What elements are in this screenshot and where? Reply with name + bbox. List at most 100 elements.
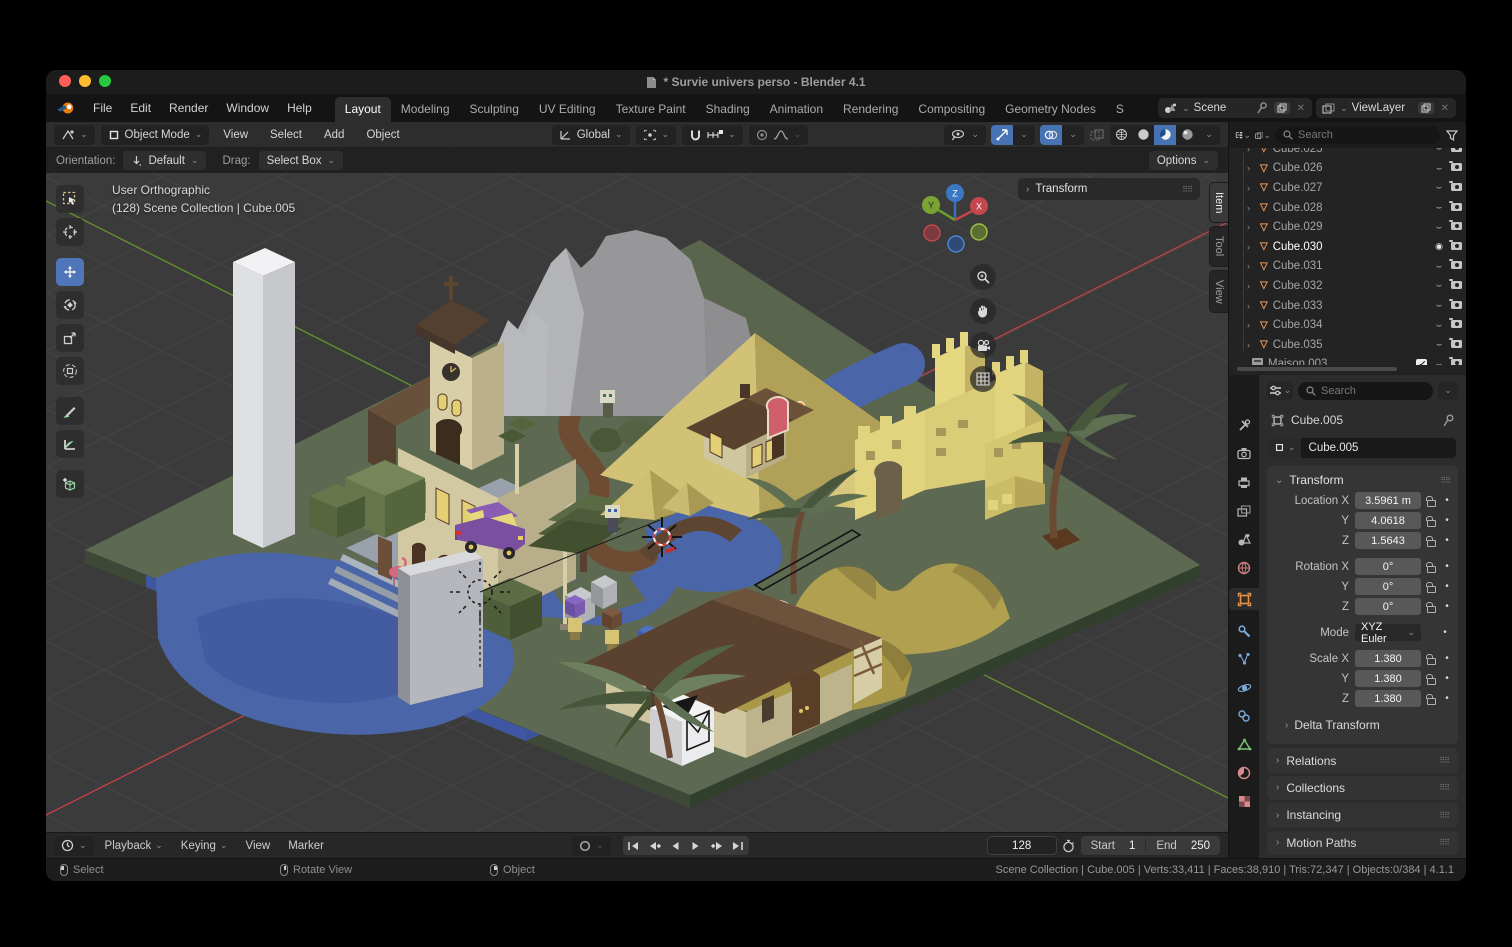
chevron-down-icon[interactable]: ⌄ bbox=[1182, 103, 1190, 114]
tab-scripting-cut[interactable]: S bbox=[1106, 97, 1124, 122]
rotation-mode-dropdown[interactable]: XYZ Euler⌄ bbox=[1355, 624, 1421, 641]
minimize-window-button[interactable] bbox=[79, 75, 91, 87]
camera-visibility-icon[interactable] bbox=[1451, 260, 1462, 272]
camera-visibility-icon[interactable] bbox=[1451, 182, 1462, 194]
mode-selector[interactable]: Object Mode ⌄ bbox=[101, 125, 210, 145]
menu-view[interactable]: View bbox=[215, 127, 256, 143]
lock-icon[interactable] bbox=[1427, 658, 1436, 665]
hide-eye-icon[interactable]: ⌣ bbox=[1432, 339, 1446, 350]
animate-dot[interactable]: • bbox=[1442, 515, 1452, 526]
tab-rendering[interactable]: Rendering bbox=[833, 97, 908, 122]
new-view-layer-button[interactable] bbox=[1418, 102, 1434, 114]
hide-eye-icon[interactable]: ⌣ bbox=[1432, 202, 1446, 213]
use-preview-range-toggle[interactable] bbox=[1061, 839, 1077, 853]
camera-visibility-icon[interactable] bbox=[1451, 339, 1462, 351]
animate-dot[interactable]: • bbox=[1442, 495, 1452, 506]
tool-annotate[interactable] bbox=[56, 397, 84, 425]
outliner-row[interactable]: ›▽Cube.035⌣ bbox=[1239, 335, 1462, 355]
tab-material[interactable] bbox=[1229, 765, 1259, 781]
motion-paths-panel[interactable]: ›Motion Paths⠿⠿ bbox=[1267, 831, 1458, 855]
start-frame-field[interactable]: Start1 bbox=[1081, 840, 1146, 852]
location-y-field[interactable]: 4.0618 bbox=[1355, 512, 1421, 529]
shading-wireframe-button[interactable] bbox=[1110, 125, 1132, 145]
lock-icon[interactable] bbox=[1427, 520, 1436, 527]
outliner-row[interactable]: ›▽Cube.028⌣ bbox=[1239, 198, 1462, 218]
tab-particles[interactable] bbox=[1229, 651, 1259, 667]
outliner-row-collection[interactable]: ⌄Maison.003✓⌣ bbox=[1239, 355, 1462, 365]
chevron-right-icon[interactable]: › bbox=[1026, 184, 1029, 195]
tool-cursor[interactable] bbox=[56, 218, 84, 246]
relations-panel[interactable]: ›Relations⠿⠿ bbox=[1267, 748, 1458, 772]
camera-visibility-icon[interactable] bbox=[1451, 241, 1462, 253]
menu-marker[interactable]: Marker bbox=[281, 838, 331, 854]
new-scene-button[interactable] bbox=[1274, 102, 1290, 114]
animate-dot[interactable]: • bbox=[1442, 653, 1452, 664]
zoom-button[interactable] bbox=[970, 264, 996, 290]
filter-icon[interactable] bbox=[1444, 128, 1460, 142]
transform-overlay-panel[interactable]: › Transform ⠿⠿ bbox=[1018, 178, 1200, 200]
tool-move[interactable] bbox=[56, 258, 84, 286]
tool-scale[interactable] bbox=[56, 324, 84, 352]
prev-keyframe-button[interactable] bbox=[644, 836, 665, 855]
shading-rendered-button[interactable] bbox=[1176, 125, 1198, 145]
tab-compositing[interactable]: Compositing bbox=[908, 97, 995, 122]
shading-dropdown[interactable]: ⌄ bbox=[1198, 125, 1220, 145]
tab-render[interactable] bbox=[1229, 446, 1259, 462]
hide-eye-icon[interactable]: ⌣ bbox=[1432, 359, 1446, 365]
outliner-row[interactable]: ›▽Cube.031⌣ bbox=[1239, 257, 1462, 277]
checkbox[interactable]: ✓ bbox=[1416, 358, 1427, 365]
tab-geometry-nodes[interactable]: Geometry Nodes bbox=[995, 97, 1106, 122]
scale-y-field[interactable]: 1.380 bbox=[1355, 670, 1421, 687]
animate-dot[interactable]: • bbox=[1442, 693, 1452, 704]
camera-visibility-icon[interactable] bbox=[1451, 358, 1462, 365]
pin-icon[interactable] bbox=[1254, 101, 1270, 115]
tab-sculpting[interactable]: Sculpting bbox=[460, 97, 529, 122]
scene-selector[interactable]: ⌄ Scene ✕ bbox=[1158, 98, 1312, 118]
remove-view-layer-button[interactable]: ✕ bbox=[1438, 103, 1452, 114]
scale-x-field[interactable]: 1.380 bbox=[1355, 650, 1421, 667]
location-x-field[interactable]: 3.5961 m bbox=[1355, 492, 1421, 509]
tab-texture-paint[interactable]: Texture Paint bbox=[606, 97, 696, 122]
delta-transform-header[interactable]: ›Delta Transform bbox=[1275, 714, 1450, 736]
lock-icon[interactable] bbox=[1427, 540, 1436, 547]
tool-add-cube[interactable] bbox=[56, 470, 84, 498]
tool-measure[interactable] bbox=[56, 430, 84, 458]
hide-eye-icon[interactable]: ⌣ bbox=[1432, 320, 1446, 331]
shading-solid-button[interactable] bbox=[1132, 125, 1154, 145]
tab-modifiers[interactable] bbox=[1229, 623, 1259, 639]
tool-transform[interactable] bbox=[56, 357, 84, 385]
menu-edit[interactable]: Edit bbox=[121, 98, 160, 118]
prev-frame-button[interactable] bbox=[665, 836, 686, 855]
panel-grip-icon[interactable]: ⠿⠿ bbox=[1440, 476, 1450, 485]
options-dropdown[interactable]: Options ⌄ bbox=[1149, 151, 1218, 170]
blender-logo-icon[interactable] bbox=[56, 101, 76, 115]
rotation-x-field[interactable]: 0° bbox=[1355, 558, 1421, 575]
gizmos-dropdown[interactable]: ⌄ bbox=[1013, 125, 1035, 145]
xray-toggle[interactable] bbox=[1089, 128, 1105, 142]
snap-toggle[interactable]: ⌄ bbox=[682, 125, 743, 145]
hide-eye-icon[interactable]: ⌣ bbox=[1432, 261, 1446, 272]
outliner-row[interactable]: ›▽Cube.033⌣ bbox=[1239, 296, 1462, 316]
collections-panel[interactable]: ›Collections⠿⠿ bbox=[1267, 776, 1458, 800]
shading-material-button[interactable] bbox=[1154, 125, 1176, 145]
end-frame-field[interactable]: End250 bbox=[1146, 840, 1220, 852]
jump-to-start-button[interactable] bbox=[623, 836, 644, 855]
camera-visibility-icon[interactable] bbox=[1451, 319, 1462, 331]
tab-output[interactable] bbox=[1229, 474, 1259, 490]
view-layer-selector[interactable]: ⌄ ViewLayer ✕ bbox=[1316, 98, 1456, 118]
animate-dot[interactable]: • bbox=[1442, 561, 1452, 572]
menu-window[interactable]: Window bbox=[217, 98, 278, 118]
tab-constraints[interactable] bbox=[1229, 708, 1259, 724]
scene-name[interactable]: Scene bbox=[1194, 102, 1250, 114]
object-name-field[interactable]: Cube.005 bbox=[1301, 438, 1456, 458]
animate-dot[interactable]: • bbox=[1442, 673, 1452, 684]
stone-wall[interactable] bbox=[398, 550, 483, 705]
hide-eye-icon[interactable]: ⌣ bbox=[1432, 163, 1446, 174]
menu-view-timeline[interactable]: View bbox=[238, 838, 277, 854]
proportional-editing-toggle[interactable]: ⌄ bbox=[749, 125, 809, 145]
properties-editor-selector[interactable]: ⌄ bbox=[1267, 382, 1293, 400]
menu-file[interactable]: File bbox=[84, 98, 121, 118]
toggle-grid-button[interactable] bbox=[970, 366, 996, 392]
menu-playback[interactable]: Playback⌄ bbox=[98, 838, 170, 854]
timeline-editor-selector[interactable]: ⌄ bbox=[54, 836, 94, 856]
